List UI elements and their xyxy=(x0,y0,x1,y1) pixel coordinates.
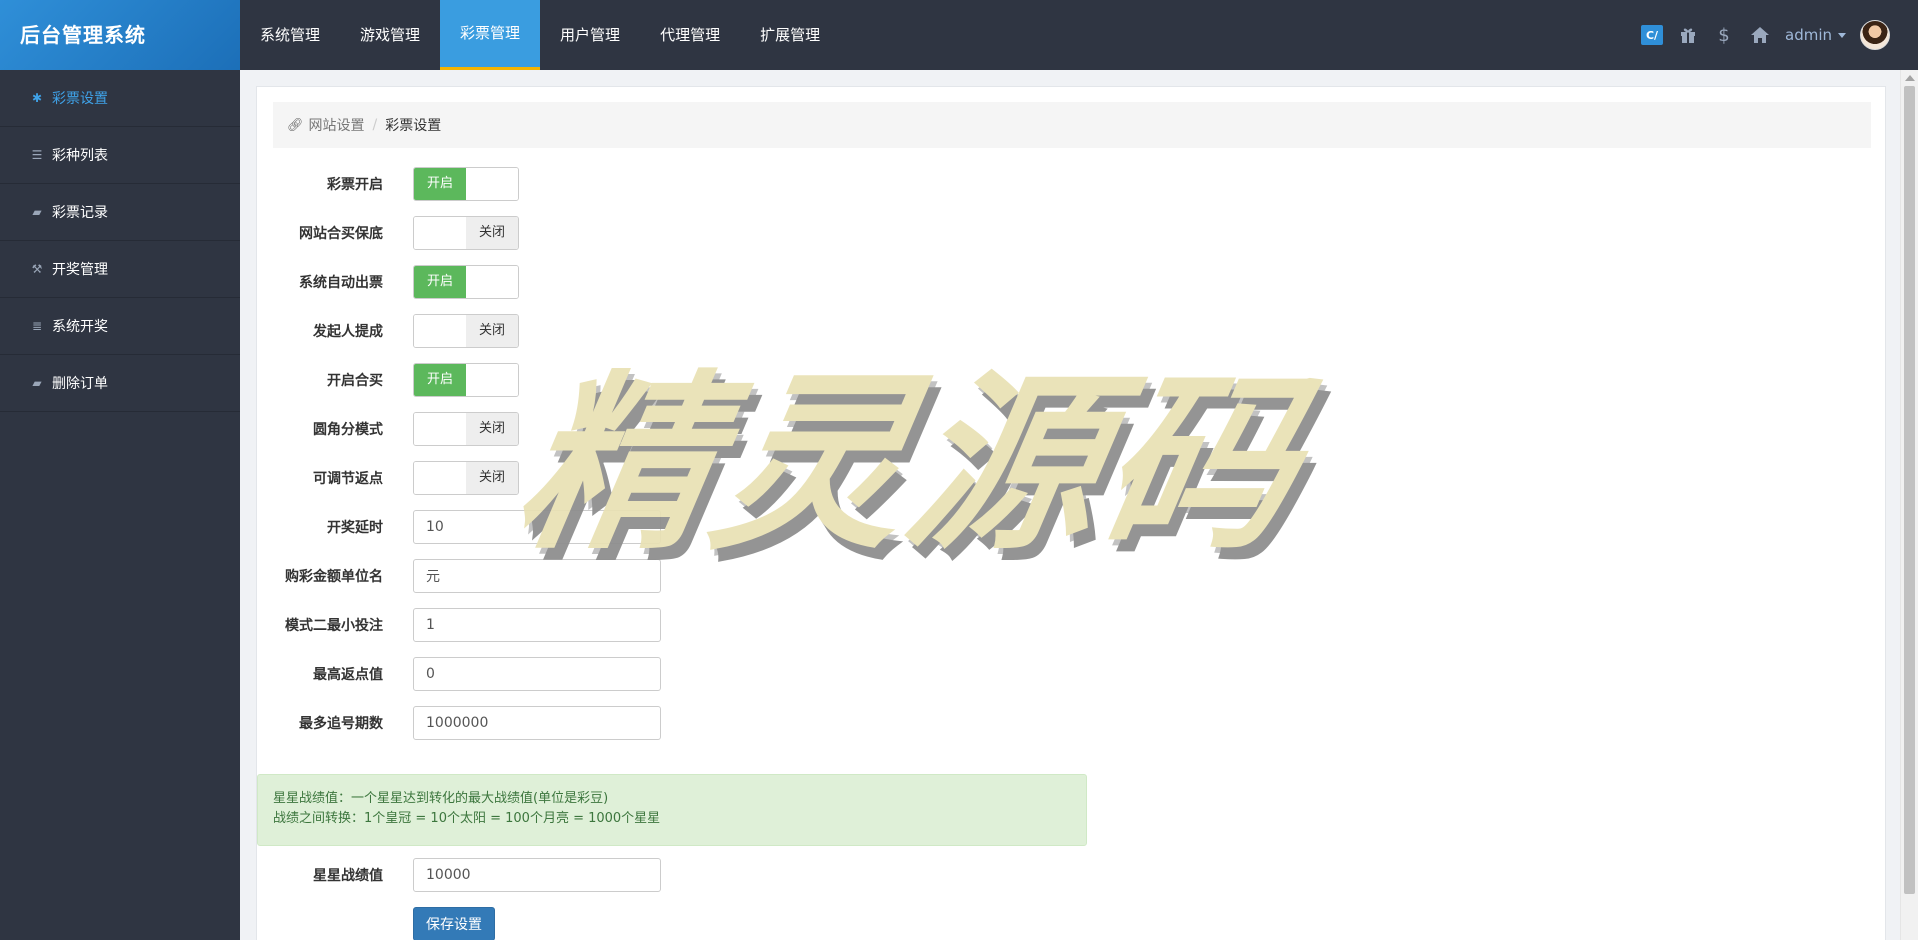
brand-title: 后台管理系统 xyxy=(0,0,240,70)
field-label: 最多追号期数 xyxy=(299,716,383,732)
group-buy-enabled-toggle[interactable]: 开启 xyxy=(413,363,519,397)
scroll-up-icon[interactable] xyxy=(1905,75,1915,81)
form-row-max-chase-periods: 最多追号期数 xyxy=(257,706,661,740)
form-row-group-buy-enabled: 开启合买 开启 xyxy=(257,363,519,397)
asterisk-icon: ✱ xyxy=(31,91,43,105)
sidebar-item-label: 彩种列表 xyxy=(52,148,108,164)
yuan-jiao-fen-mode-toggle[interactable]: 关闭 xyxy=(413,412,519,446)
sidebar-item-label: 系统开奖 xyxy=(52,319,108,335)
field-label: 购彩金额单位名 xyxy=(285,569,383,585)
auto-ticket-toggle[interactable]: 开启 xyxy=(413,265,519,299)
field-label: 模式二最小投注 xyxy=(285,618,383,634)
breadcrumb-current: 彩票设置 xyxy=(385,118,442,134)
sidebar-item-system-draw[interactable]: ≣ 系统开奖 xyxy=(0,298,240,355)
sidebar-item-lottery-settings[interactable]: ✱ 彩票设置 xyxy=(0,70,240,127)
server-icon: ≣ xyxy=(31,319,43,333)
field-label: 圆角分模式 xyxy=(313,422,383,438)
form-row-adjustable-rebate: 可调节返点 关闭 xyxy=(257,461,519,495)
top-nav-lottery[interactable]: 彩票管理 xyxy=(440,0,541,70)
gift-icon[interactable] xyxy=(1677,24,1699,46)
top-right-tools: C/ $ admin xyxy=(1641,0,1890,70)
top-nav-agent[interactable]: 代理管理 xyxy=(640,0,740,70)
form-row-lottery-enabled: 彩票开启 开启 xyxy=(257,167,519,201)
toggle-on-label: 开启 xyxy=(414,266,466,298)
sidebar-item-label: 开奖管理 xyxy=(52,262,108,278)
field-label: 发起人提成 xyxy=(313,324,383,340)
sidebar-item-lottery-records[interactable]: ▰ 彩票记录 xyxy=(0,184,240,241)
field-label: 星星战绩值 xyxy=(313,868,383,884)
main-content: 🔗︎ 网站设置 / 彩票设置 彩票开启 开启 网站合买保底 关闭 系统自动出票 … xyxy=(240,70,1900,940)
toggle-on-label: 开启 xyxy=(414,168,466,200)
field-label: 系统自动出票 xyxy=(299,275,383,291)
top-nav: 系统管理 游戏管理 彩票管理 用户管理 代理管理 扩展管理 xyxy=(240,0,840,70)
form-row-max-rebate: 最高返点值 xyxy=(257,657,661,691)
app-icon[interactable]: C/ xyxy=(1641,25,1663,45)
book-icon: ▰ xyxy=(32,376,42,390)
star-value-input[interactable] xyxy=(413,858,661,892)
sidebar: ✱ 彩票设置 ☰ 彩种列表 ▰ 彩票记录 ⚒ 开奖管理 ≣ 系统开奖 ▰ 删除订… xyxy=(0,70,240,940)
top-nav-user[interactable]: 用户管理 xyxy=(540,0,640,70)
group-buy-guarantee-toggle[interactable]: 关闭 xyxy=(413,216,519,250)
form-row-initiator-commission: 发起人提成 关闭 xyxy=(257,314,519,348)
amount-unit-input[interactable] xyxy=(413,559,661,593)
top-nav-system[interactable]: 系统管理 xyxy=(240,0,340,70)
field-label: 开奖延时 xyxy=(327,520,383,536)
lottery-enabled-toggle[interactable]: 开启 xyxy=(413,167,519,201)
alert-line: 星星战绩值：一个星星达到转化的最大战绩值(单位是彩豆) xyxy=(273,791,609,806)
sidebar-item-draw-management[interactable]: ⚒ 开奖管理 xyxy=(0,241,240,298)
form-row-save: 保存设置 xyxy=(257,907,495,940)
toggle-off-label: 关闭 xyxy=(466,217,518,249)
sidebar-item-delete-orders[interactable]: ▰ 删除订单 xyxy=(0,355,240,412)
field-label: 最高返点值 xyxy=(313,667,383,683)
sidebar-item-label: 彩票记录 xyxy=(52,205,108,221)
caret-down-icon xyxy=(1838,32,1846,38)
scrollbar-thumb[interactable] xyxy=(1904,86,1915,894)
mode2-min-bet-input[interactable] xyxy=(413,608,661,642)
form-row-yuan-jiao-fen-mode: 圆角分模式 关闭 xyxy=(257,412,519,446)
form-row-group-buy-guarantee: 网站合买保底 关闭 xyxy=(257,216,519,250)
field-label: 彩票开启 xyxy=(327,177,383,193)
toggle-off-label: 关闭 xyxy=(466,413,518,445)
info-alert: 星星战绩值：一个星星达到转化的最大战绩值(单位是彩豆) 战绩之间转换：1个皇冠 … xyxy=(257,774,1087,846)
form-row-star-value: 星星战绩值 xyxy=(257,858,661,892)
breadcrumb: 🔗︎ 网站设置 / 彩票设置 xyxy=(273,102,1871,148)
user-menu[interactable]: admin xyxy=(1785,26,1846,44)
toggle-on-label: 开启 xyxy=(414,364,466,396)
toggle-off-label: 关闭 xyxy=(466,462,518,494)
home-icon[interactable] xyxy=(1749,24,1771,46)
max-chase-periods-input[interactable] xyxy=(413,706,661,740)
initiator-commission-toggle[interactable]: 关闭 xyxy=(413,314,519,348)
gavel-icon: ⚒ xyxy=(31,262,43,276)
form-row-draw-delay: 开奖延时 xyxy=(257,510,661,544)
form-row-amount-unit: 购彩金额单位名 xyxy=(257,559,661,593)
field-label: 可调节返点 xyxy=(313,471,383,487)
toggle-off-label: 关闭 xyxy=(466,315,518,347)
field-label: 网站合买保底 xyxy=(299,226,383,242)
link-icon: 🔗︎ xyxy=(287,117,304,133)
field-label: 开启合买 xyxy=(327,373,383,389)
max-rebate-input[interactable] xyxy=(413,657,661,691)
breadcrumb-parent[interactable]: 网站设置 xyxy=(309,115,365,135)
top-nav-game[interactable]: 游戏管理 xyxy=(340,0,440,70)
adjustable-rebate-toggle[interactable]: 关闭 xyxy=(413,461,519,495)
top-bar: 后台管理系统 系统管理 游戏管理 彩票管理 用户管理 代理管理 扩展管理 C/ … xyxy=(0,0,1918,70)
list-icon: ☰ xyxy=(31,148,43,162)
sidebar-item-label: 彩票设置 xyxy=(52,91,108,107)
alert-line: 战绩之间转换：1个皇冠 = 10个太阳 = 100个月亮 = 1000个星星 xyxy=(273,811,661,826)
settings-panel: 🔗︎ 网站设置 / 彩票设置 彩票开启 开启 网站合买保底 关闭 系统自动出票 … xyxy=(256,86,1886,940)
sidebar-item-label: 删除订单 xyxy=(52,376,108,392)
top-nav-extend[interactable]: 扩展管理 xyxy=(740,0,840,70)
user-name: admin xyxy=(1785,26,1832,44)
avatar[interactable] xyxy=(1860,20,1890,50)
save-button[interactable]: 保存设置 xyxy=(413,907,495,940)
draw-delay-input[interactable] xyxy=(413,510,661,544)
form-row-mode2-min-bet: 模式二最小投注 xyxy=(257,608,661,642)
breadcrumb-separator: / xyxy=(372,117,378,133)
dollar-icon[interactable]: $ xyxy=(1713,24,1735,46)
sidebar-item-lottery-list[interactable]: ☰ 彩种列表 xyxy=(0,127,240,184)
form-row-auto-ticket: 系统自动出票 开启 xyxy=(257,265,519,299)
page-scrollbar[interactable] xyxy=(1900,70,1918,940)
book-icon: ▰ xyxy=(32,205,42,219)
